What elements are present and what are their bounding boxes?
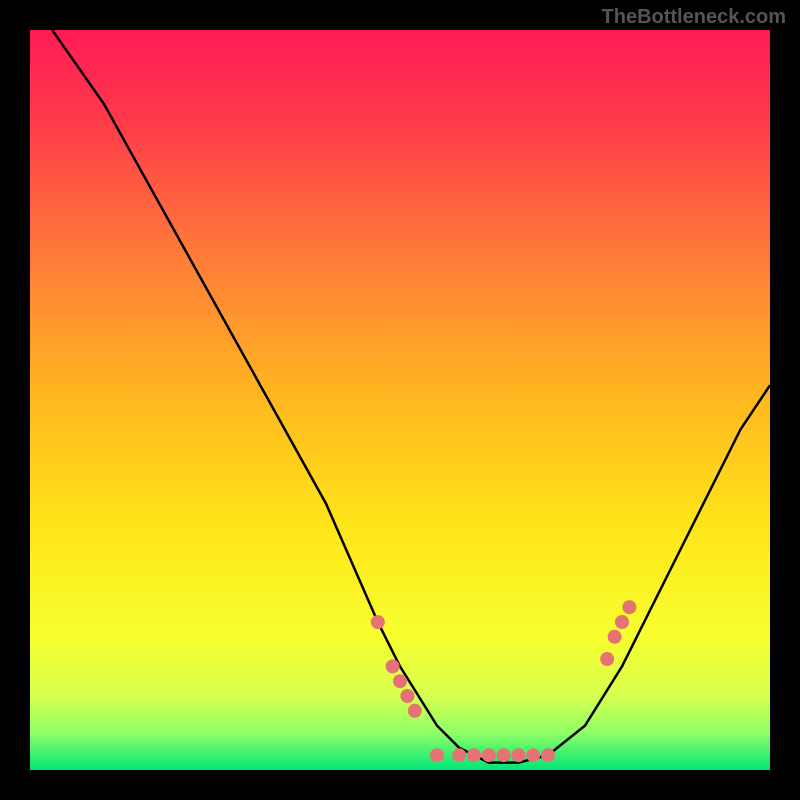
data-point [482, 748, 496, 762]
data-point [400, 689, 414, 703]
chart-container: TheBottleneck.com [0, 0, 800, 800]
data-point [371, 615, 385, 629]
data-point [393, 674, 407, 688]
data-point [511, 748, 525, 762]
data-point [497, 748, 511, 762]
data-point [615, 615, 629, 629]
data-point [526, 748, 540, 762]
data-point [608, 630, 622, 644]
chart-svg [30, 30, 770, 770]
data-point [452, 748, 466, 762]
data-point [408, 704, 422, 718]
data-point [600, 652, 614, 666]
gradient-background [30, 30, 770, 770]
data-point [622, 600, 636, 614]
data-point [386, 659, 400, 673]
plot-area [30, 30, 770, 770]
data-point [467, 748, 481, 762]
data-point [541, 748, 555, 762]
watermark-text: TheBottleneck.com [602, 6, 786, 29]
data-point [430, 748, 444, 762]
